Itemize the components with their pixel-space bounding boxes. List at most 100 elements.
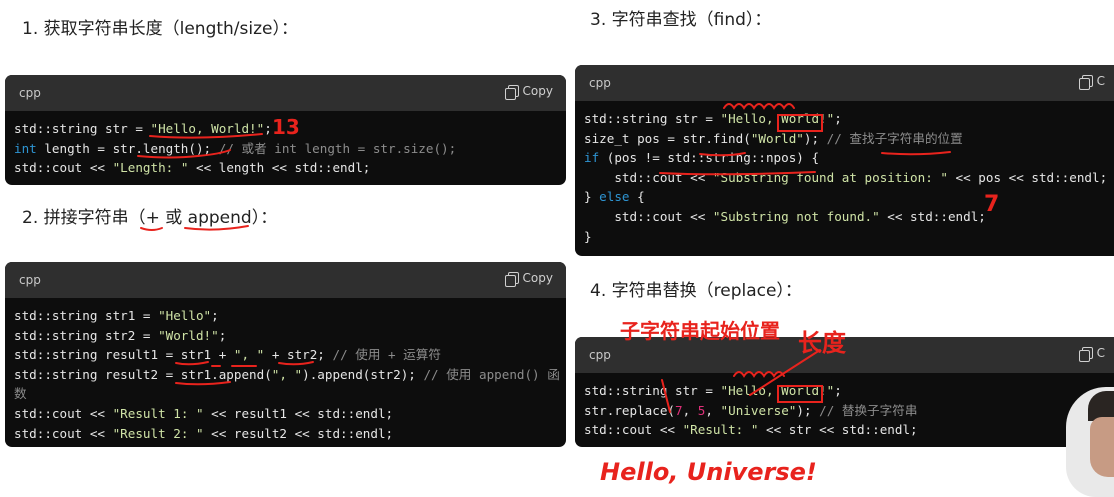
annotation-count: 长度 xyxy=(798,329,846,357)
code-line: if (pos != std::string::npos) { xyxy=(584,148,1114,168)
heading-find: 3. 字符串查找（find）： xyxy=(590,10,772,30)
code-token: << str << std::endl; xyxy=(758,422,918,438)
copy-icon xyxy=(504,271,519,287)
code-token: std::string str = xyxy=(584,383,721,398)
code-token: "Length: " xyxy=(112,160,189,176)
copy-icon xyxy=(504,84,519,100)
language-label: cpp xyxy=(589,76,611,90)
code-line: str.replace(7, 5, "Universe"); // 替换子字符串 xyxy=(584,401,1114,421)
copy-icon xyxy=(1078,74,1093,90)
code-header: cpp Copy xyxy=(5,75,566,111)
code-token: } xyxy=(584,189,600,205)
code-token: // 使用 + 运算符 xyxy=(332,347,441,363)
code-line: size_t pos = str.find("World"); // 查找子字符… xyxy=(584,129,1114,149)
code-token: "Hello" xyxy=(158,308,212,323)
code-token: std::string result1 = str1 + xyxy=(14,347,234,363)
code-line: int length = str.length(); // 或者 int len… xyxy=(14,139,557,159)
code-line: 数 xyxy=(14,384,557,404)
code-token: (pos != std::string::npos) { xyxy=(599,150,820,166)
copy-label: C xyxy=(1096,74,1105,88)
code-token: size_t pos = str.find( xyxy=(584,130,751,146)
underline-plus xyxy=(140,227,163,231)
code-token: std::string str2 = xyxy=(14,327,159,343)
code-line: std::cout << "Result 1: " << result1 << … xyxy=(14,404,557,424)
code-token: // 或者 int length = str.size(); xyxy=(218,140,457,156)
language-label: cpp xyxy=(19,86,41,100)
code-token: ; xyxy=(834,111,842,126)
code-token: "Result 1: " xyxy=(112,405,204,421)
code-token: std::cout << xyxy=(14,405,113,421)
annotation-substr-start: 子字符串起始位置 xyxy=(620,319,780,343)
code-token: << std::endl; xyxy=(879,208,986,224)
code-token: str.replace( xyxy=(584,402,675,418)
code-token: std::string result2 = str1.append( xyxy=(14,366,272,382)
code-header: cpp C xyxy=(575,65,1114,101)
code-token: 7 xyxy=(675,402,683,418)
code-token: "Hello, World!" xyxy=(720,111,835,126)
code-body: std::string str = "Hello, World!"; str.re… xyxy=(575,373,1114,447)
code-line: } else { xyxy=(584,187,1114,207)
copy-button[interactable]: Copy xyxy=(504,84,553,100)
code-token: , xyxy=(682,402,698,418)
code-token: ; xyxy=(211,308,219,323)
code-line: } xyxy=(584,227,1114,247)
code-line: std::cout << "Result: " << str << std::e… xyxy=(584,420,1114,440)
code-line: std::cout << "Result 2: " << result2 << … xyxy=(14,424,557,444)
code-token: ; xyxy=(218,327,227,343)
code-token: length = str.length(); xyxy=(36,140,219,156)
heading-replace: 4. 字符串替换（replace）： xyxy=(590,281,802,301)
code-line: std::cout << "Substring found at positio… xyxy=(584,168,1114,188)
code-token: std::cout << xyxy=(584,169,713,185)
language-label: cpp xyxy=(589,348,611,362)
heading-length: 1. 获取字符串长度（length/size）： xyxy=(22,19,299,39)
code-token: "Result 2: " xyxy=(112,425,204,441)
code-token: << length << std::endl; xyxy=(188,160,371,176)
code-line: std::string str2 = "World!"; xyxy=(14,326,557,346)
code-token: // 替换子字符串 xyxy=(819,402,918,418)
code-token: if xyxy=(584,150,600,166)
code-token: std::string str = xyxy=(14,121,151,136)
annotation-replaced: Hello, Universe! xyxy=(600,458,817,486)
code-token: ", " xyxy=(233,347,265,363)
code-token: { xyxy=(629,189,645,205)
code-token: std::cout << xyxy=(14,160,113,176)
code-token: + str2; xyxy=(264,347,333,363)
copy-label: Copy xyxy=(522,271,553,285)
code-header: cpp Copy xyxy=(5,262,566,298)
code-line: std::string str1 = "Hello"; xyxy=(14,306,557,326)
code-line: std::cout << "Substring not found." << s… xyxy=(584,207,1114,227)
code-token: << pos << std::endl; xyxy=(947,169,1108,185)
webcam-face xyxy=(1090,417,1114,477)
code-line: std::string str = "Hello, World!"; xyxy=(584,381,1114,401)
annotation-find-result: 7 xyxy=(984,192,1000,217)
copy-icon xyxy=(1078,346,1093,362)
copy-label: C xyxy=(1096,346,1105,360)
copy-button[interactable]: C xyxy=(1078,346,1105,362)
code-token: "Result: " xyxy=(682,422,759,438)
code-token: ); xyxy=(796,402,820,418)
code-token: std::string str1 = xyxy=(14,308,159,323)
code-token: , xyxy=(705,402,721,418)
code-token: // 查找子字符串的位置 xyxy=(826,130,963,146)
code-token: ).append(str2); xyxy=(302,366,424,382)
heading-append: 2. 拼接字符串（+ 或 append）： xyxy=(22,208,278,228)
code-token: else xyxy=(599,189,630,205)
code-token: << result1 << std::endl; xyxy=(203,405,394,421)
code-token: std::cout << xyxy=(584,208,713,224)
code-token: int xyxy=(14,140,37,156)
code-token: 数 xyxy=(14,386,27,402)
code-token: "Hello, World!" xyxy=(720,383,835,398)
code-token: "Universe" xyxy=(720,402,797,418)
copy-button[interactable]: C xyxy=(1078,74,1105,90)
code-token: } xyxy=(584,228,592,244)
code-token: "Hello, World!" xyxy=(150,121,265,136)
copy-label: Copy xyxy=(522,84,553,98)
code-block-find: cpp C std::string str = "Hello, World!";… xyxy=(575,65,1114,256)
code-block-append: cpp Copy std::string str1 = "Hello"; std:… xyxy=(5,262,566,447)
code-token: << result2 << std::endl; xyxy=(203,425,394,441)
code-body: std::string str = "Hello, World!";size_t… xyxy=(575,101,1114,254)
code-token: std::string str = xyxy=(584,111,721,126)
copy-button[interactable]: Copy xyxy=(504,271,553,287)
code-token: "Substring not found." xyxy=(712,208,880,224)
language-label: cpp xyxy=(19,273,41,287)
